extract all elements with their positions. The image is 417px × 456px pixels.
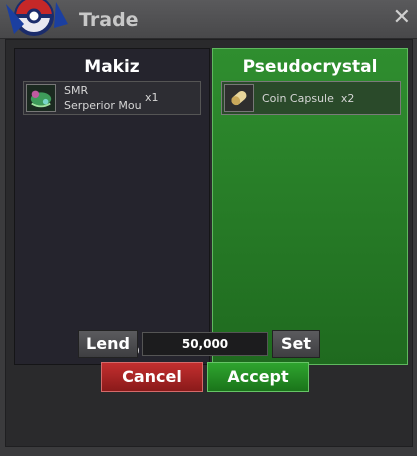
window-title: Trade — [79, 9, 139, 31]
set-button[interactable]: Set — [272, 330, 320, 358]
trader-name-left: Makiz — [84, 57, 140, 77]
item-name-right: Coin Capsule x2 — [262, 92, 355, 105]
trader-name-right: Pseudocrystal — [242, 57, 378, 77]
amount-input[interactable]: 50,000 — [142, 332, 268, 356]
serperior-mount-icon — [26, 84, 56, 112]
my-offer-panel: Makiz SMR Serperior Mou x1 ₽50,000 — [14, 48, 210, 365]
offered-item-right[interactable]: Coin Capsule x2 — [221, 81, 401, 115]
cancel-button[interactable]: Cancel — [101, 362, 203, 392]
item-line1-left: SMR — [64, 84, 89, 97]
item-line2-left: Serperior Mou — [64, 99, 142, 112]
coin-capsule-icon — [224, 84, 254, 112]
close-icon[interactable]: ✕ — [393, 7, 411, 29]
trade-window: Trade ✕ Makiz SMR Serperior Mou x1 ₽50,0… — [0, 0, 417, 456]
accept-button[interactable]: Accept — [207, 362, 309, 392]
title-bar[interactable]: Trade ✕ — [0, 0, 417, 39]
item-qty-left: x1 — [145, 91, 159, 104]
item-qty-right: x2 — [340, 92, 355, 105]
their-offer-panel: Pseudocrystal Coin Capsule x2 ₽0 — [212, 48, 408, 365]
lend-button[interactable]: Lend — [78, 330, 138, 358]
offered-item-left[interactable]: SMR Serperior Mou x1 — [23, 81, 201, 115]
